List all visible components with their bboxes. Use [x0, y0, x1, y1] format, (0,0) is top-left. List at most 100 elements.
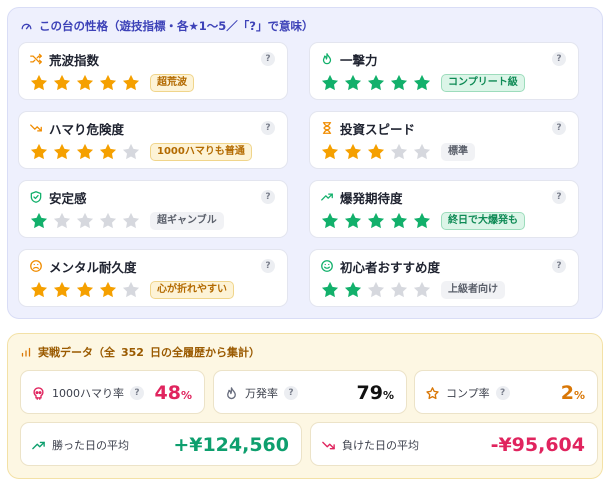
rating-star-4: [99, 212, 117, 229]
rating-star-1: [321, 212, 339, 229]
stat-label: コンプ率 ?: [425, 385, 510, 401]
help-button[interactable]: ?: [552, 259, 566, 273]
trait-chip: 標準: [441, 143, 475, 161]
rating-star-3: [367, 281, 385, 298]
stat-label: 負けた日の平均: [321, 437, 419, 453]
trait-header: ハマり危険度: [29, 120, 125, 137]
stat-number: 2: [560, 382, 574, 404]
trait-card: 一撃力 ? コンプリート級: [309, 42, 579, 100]
rating-star-2: [344, 143, 362, 160]
star-rating: [320, 280, 432, 300]
stat-card: 勝った日の平均 +¥124,560: [20, 422, 302, 466]
rating-star-5: [122, 281, 140, 298]
rating-star-5: [413, 281, 431, 298]
trait-header: 荒波指数: [29, 51, 100, 68]
trait-label: 荒波指数: [49, 52, 100, 68]
rating-star-5: [413, 212, 431, 229]
stat-value: 2%: [561, 380, 585, 406]
stats-title-days: 352: [121, 345, 144, 359]
help-button[interactable]: ?: [261, 259, 275, 273]
trait-card: ハマり危険度 ? 1000ハマりも普通: [18, 111, 288, 169]
star-rating: [29, 211, 141, 231]
trait-card: 安定感 ? 超ギャンブル: [18, 180, 288, 238]
rating-star-1: [30, 212, 48, 229]
shuffle-icon: [30, 53, 42, 65]
trait-card: 初心者おすすめ度 ? 上級者向け: [309, 249, 579, 307]
stat-value: 79%: [357, 380, 394, 406]
star-rating: [320, 142, 432, 162]
stat-card: 負けた日の平均 -¥95,604: [310, 422, 598, 466]
trait-card: メンタル耐久度 ? 心が折れやすい: [18, 249, 288, 307]
trait-label: 一撃力: [340, 52, 378, 68]
help-button[interactable]: ?: [261, 52, 275, 66]
skull-icon: [33, 386, 44, 400]
trait-header: 一撃力: [320, 51, 378, 68]
stat-label-text: 勝った日の平均: [52, 439, 129, 452]
bar-chart-icon: [21, 347, 31, 357]
stat-label: 1000ハマり率 ?: [31, 385, 144, 401]
traits-panel-title: この台の性格（遊技指標・各★1〜5／「?」で意味）: [20, 17, 313, 35]
help-button[interactable]: ?: [495, 386, 510, 400]
trait-label: メンタル耐久度: [49, 259, 137, 275]
stat-label: 勝った日の平均: [31, 437, 129, 453]
trait-card: 爆発期待度 ? 終日で大爆発も: [309, 180, 579, 238]
rating-star-5: [122, 143, 140, 160]
rating-star-2: [344, 74, 362, 91]
stat-label-text: 負けた日の平均: [342, 439, 419, 452]
rating-star-5: [122, 212, 140, 229]
help-button[interactable]: ?: [284, 386, 298, 400]
stat-card: 1000ハマり率 ? 48%: [20, 370, 205, 414]
trait-card: 投資スピード ? 標準: [309, 111, 579, 169]
rating-star-2: [53, 143, 71, 160]
trait-label: 爆発期待度: [340, 190, 403, 206]
rating-star-3: [76, 212, 94, 229]
help-button[interactable]: ?: [261, 121, 275, 135]
help-button[interactable]: ?: [552, 190, 566, 204]
stat-unit: %: [573, 389, 585, 402]
stat-unit: %: [382, 389, 394, 402]
stats-title-prefix: 実戦データ（全: [38, 346, 115, 359]
stat-card: 万発率 ? 79%: [213, 370, 407, 414]
trait-chip: 心が折れやすい: [150, 281, 234, 299]
trending-down-icon: [322, 441, 335, 449]
help-button[interactable]: ?: [552, 121, 566, 135]
gauge-icon: [21, 23, 32, 29]
star-outline-icon: [426, 386, 439, 399]
stat-number: 79: [356, 382, 383, 404]
trending-up-icon: [32, 441, 45, 449]
stats-panel: 実戦データ（全 352 日の全履歴から集計） 1000ハマり率 ? 48% 万発…: [7, 333, 603, 479]
stat-label-text: 万発率: [245, 387, 278, 400]
rating-star-4: [390, 143, 408, 160]
stat-value: -¥95,604: [491, 432, 585, 458]
rating-star-1: [30, 74, 48, 91]
rating-star-3: [76, 74, 94, 91]
help-button[interactable]: ?: [130, 386, 144, 400]
stats-panel-title: 実戦データ（全 352 日の全履歴から集計）: [20, 343, 260, 361]
help-button[interactable]: ?: [261, 190, 275, 204]
trait-header: 爆発期待度: [320, 189, 403, 206]
rating-star-1: [321, 74, 339, 91]
star-rating: [320, 73, 432, 93]
rating-star-4: [99, 143, 117, 160]
trait-label: 投資スピード: [340, 121, 416, 137]
rating-star-2: [344, 212, 362, 229]
flame-icon: [322, 53, 332, 65]
rating-star-4: [99, 74, 117, 91]
stat-card: コンプ率 ? 2%: [414, 370, 598, 414]
stat-number: -¥95,604: [490, 434, 585, 456]
rating-star-2: [53, 212, 71, 229]
trait-chip: 終日で大爆発も: [441, 212, 525, 230]
trait-chip: 超ギャンブル: [150, 212, 224, 230]
rating-star-3: [367, 143, 385, 160]
rating-star-2: [53, 281, 71, 298]
traits-panel-title-text: この台の性格（遊技指標・各★1〜5／「?」で意味）: [39, 19, 314, 33]
trait-label: 安定感: [49, 190, 87, 206]
rating-star-1: [30, 281, 48, 298]
trait-label: ハマり危険度: [49, 121, 125, 137]
trait-label: 初心者おすすめ度: [340, 259, 441, 275]
rating-star-2: [344, 281, 362, 298]
stat-value: +¥124,560: [173, 432, 289, 458]
help-button[interactable]: ?: [552, 52, 566, 66]
trait-chip: 超荒波: [150, 74, 194, 92]
star-rating: [29, 142, 141, 162]
